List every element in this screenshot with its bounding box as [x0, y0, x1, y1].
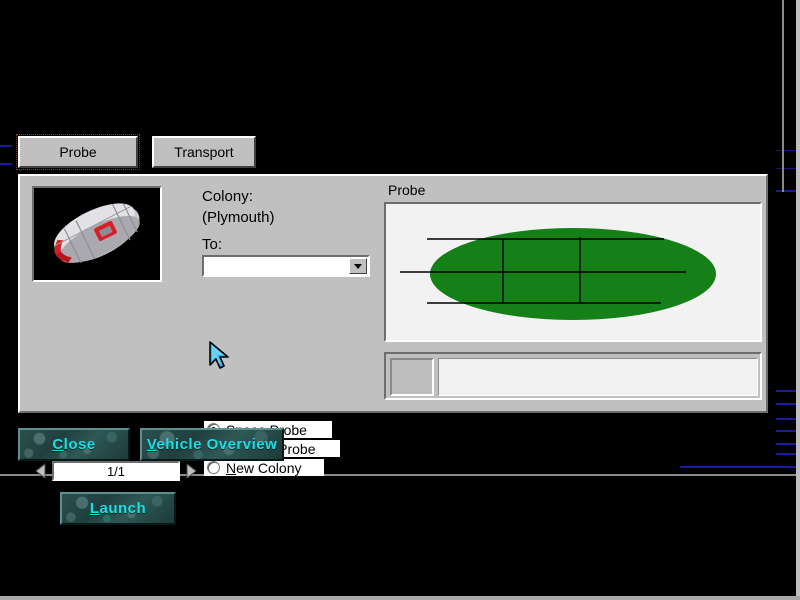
desktop-bottom-edge: [0, 596, 800, 600]
desktop-inner-border: [782, 0, 784, 192]
probe-panel: Colony: (Plymouth) To: Probe: [18, 174, 768, 413]
probe-vehicle-render: [34, 188, 160, 280]
probe-vehicle-thumbnail[interactable]: [32, 186, 162, 282]
probe-dialog: Probe Transport: [12, 130, 776, 465]
vehicle-overview-button-label: Vehicle Overview: [147, 436, 278, 453]
vehicle-overview-button[interactable]: Vehicle Overview: [140, 428, 284, 461]
probe-status-icon-box[interactable]: [390, 358, 434, 396]
pager-next-button[interactable]: [184, 462, 198, 480]
colony-label: Colony:: [202, 188, 253, 205]
probe-groupbox-title: Probe: [388, 182, 425, 198]
probe-groupbox: Probe: [384, 182, 762, 400]
destination-label: To:: [202, 236, 222, 253]
launch-button[interactable]: Launch: [60, 492, 176, 525]
radio-unselected-icon: [207, 461, 220, 474]
pager-value[interactable]: 1/1: [52, 461, 180, 481]
tab-probe[interactable]: Probe: [18, 136, 138, 168]
radio-new-colony-label: New Colony: [226, 460, 302, 476]
close-button-label: Close: [52, 436, 95, 453]
colony-value: (Plymouth): [202, 209, 275, 226]
radio-new-colony[interactable]: New Colony: [204, 459, 324, 476]
screen-artifact-line: [680, 466, 796, 468]
probe-status-text: [438, 358, 758, 396]
tab-probe-label: Probe: [59, 144, 96, 160]
probe-schematic-viewport[interactable]: [384, 202, 762, 342]
probe-schematic-diagram: [386, 204, 760, 340]
vehicle-pager: 1/1: [34, 460, 198, 482]
desktop-root: Probe Transport: [0, 0, 800, 600]
launch-button-label: Launch: [90, 500, 146, 517]
probe-status-strip: [384, 352, 762, 400]
close-button[interactable]: Close: [18, 428, 130, 461]
desktop-right-edge: [796, 0, 800, 600]
destination-select[interactable]: [202, 255, 370, 277]
triangle-left-icon: [35, 463, 47, 479]
chevron-down-icon[interactable]: [349, 258, 367, 274]
triangle-right-icon: [185, 463, 197, 479]
tab-transport[interactable]: Transport: [152, 136, 256, 168]
tab-transport-label: Transport: [174, 144, 233, 160]
pager-prev-button[interactable]: [34, 462, 48, 480]
